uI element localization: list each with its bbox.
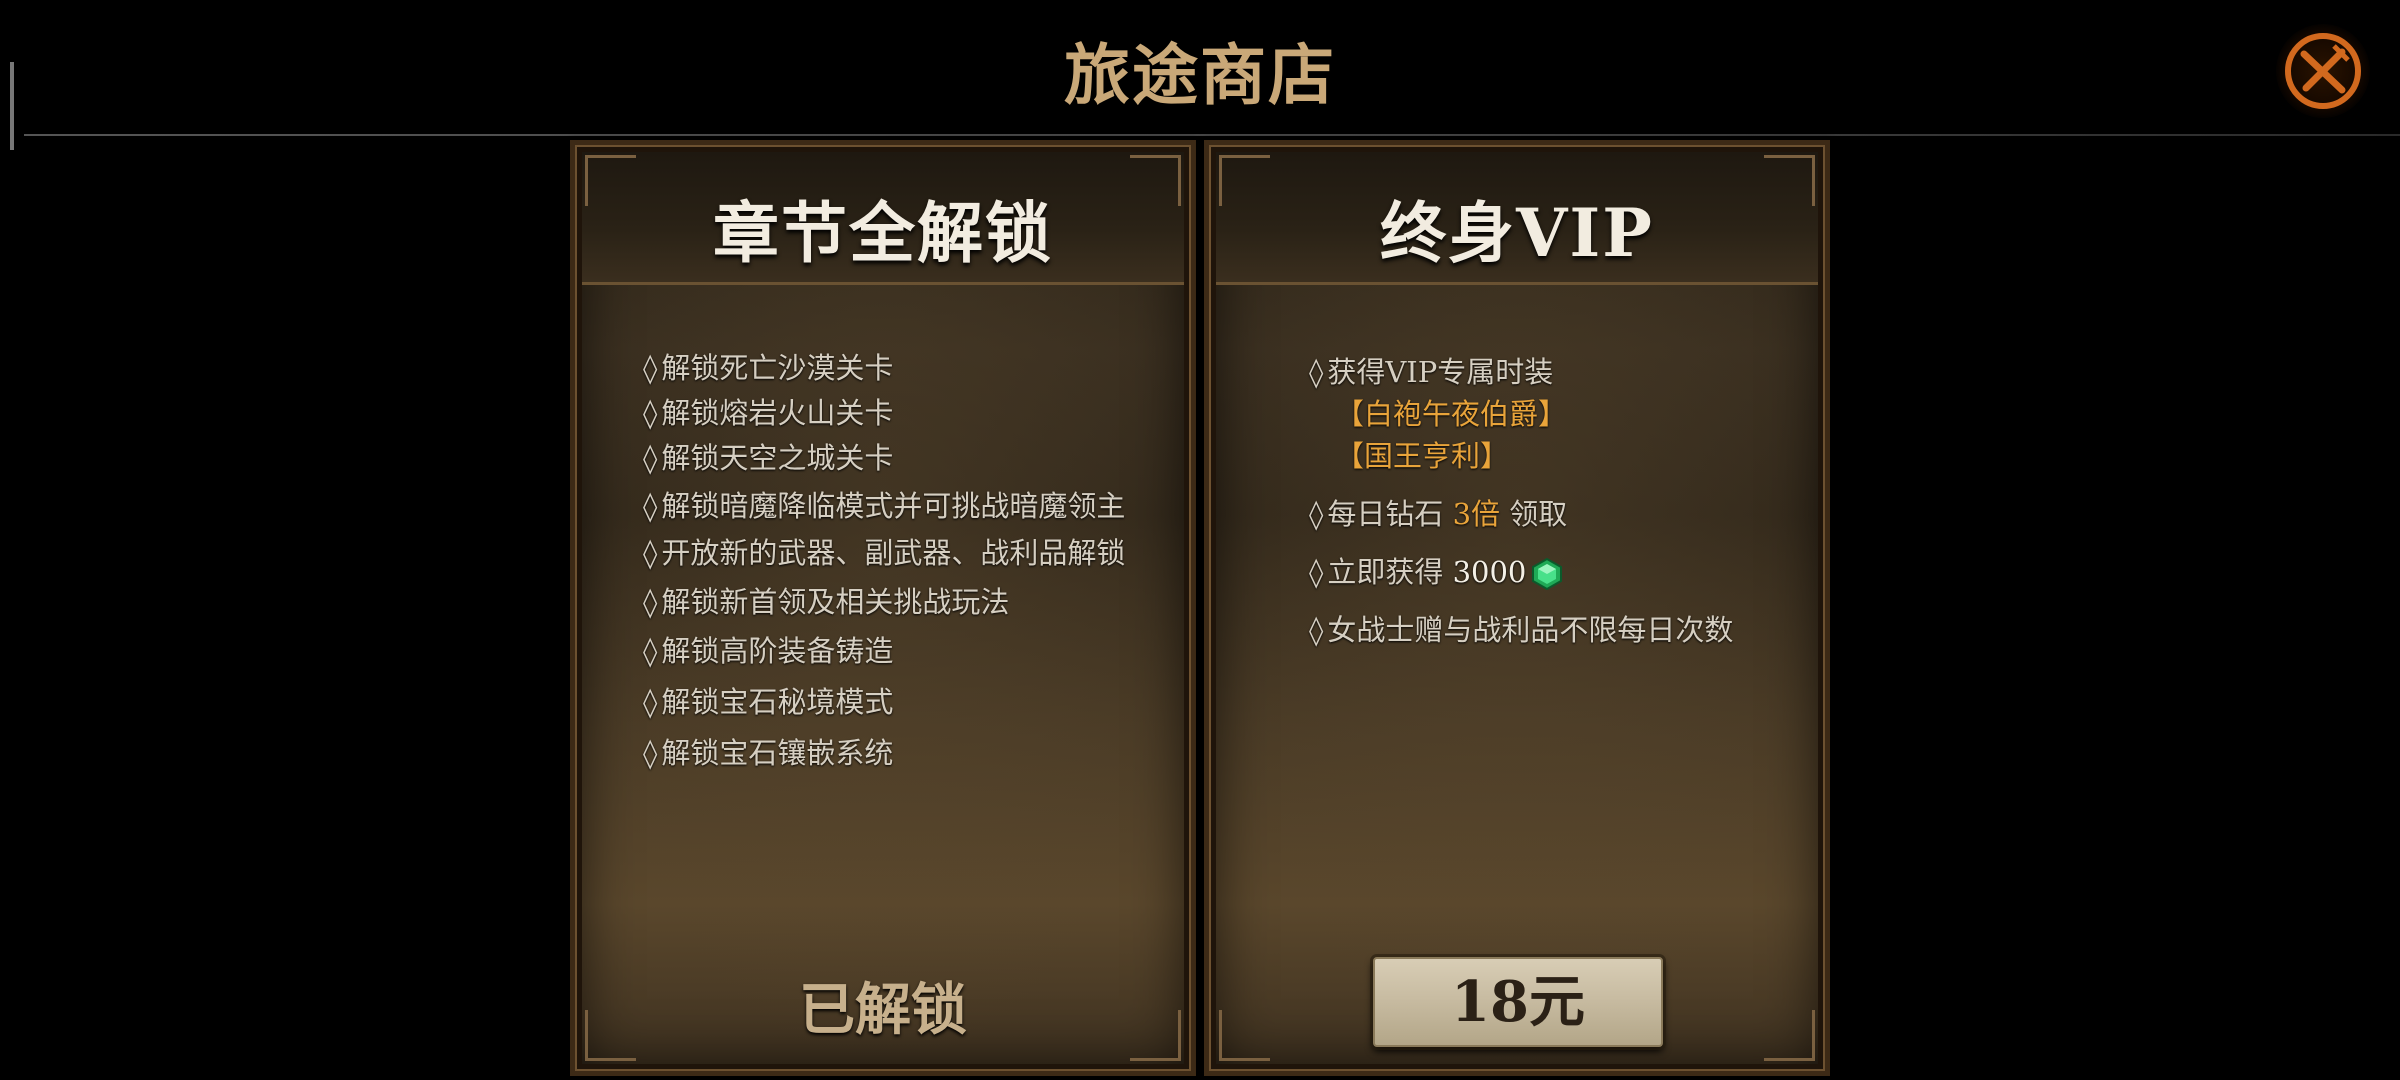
feature-item: ◊ 开放新的武器、副武器、战利品解锁: [643, 536, 1126, 570]
close-x-icon: [2285, 33, 2361, 109]
feature-item: ◊ 解锁宝石镶嵌系统: [643, 736, 894, 770]
feature-item: ◊ 解锁天空之城关卡: [643, 441, 894, 475]
vip-feature-costume: ◊ 获得VIP专属时装: [1309, 355, 1554, 389]
feature-item: ◊ 解锁宝石秘境模式: [643, 685, 894, 719]
header-divider: [24, 134, 2400, 136]
feature-item: ◊ 解锁死亡沙漠关卡: [643, 351, 894, 385]
vip-feature-loot: ◊ 女战士赠与战利品不限每日次数: [1309, 613, 1734, 647]
vip-feature-instant-gems: ◊ 立即获得 3000: [1309, 549, 1564, 591]
unlocked-status: 已解锁: [799, 977, 967, 1043]
chapter-unlock-panel: 章节全解锁 ◊ 解锁死亡沙漠关卡 ◊ 解锁熔岩火山关卡 ◊ 解锁天空之城关卡 ◊ 解锁暗…: [570, 140, 1196, 1076]
corner-ornament: [1130, 155, 1181, 206]
panel-header: 章节全解锁: [582, 152, 1184, 285]
corner-ornament: [1219, 1010, 1270, 1061]
emerald-gem-icon: [1532, 557, 1563, 591]
costume-name: 【国王亨利】: [1335, 439, 1510, 473]
panel-title: 章节全解锁: [713, 194, 1053, 272]
feature-item: ◊ 解锁新首领及相关挑战玩法: [643, 585, 1010, 619]
lifetime-vip-panel: 终身VIP ◊ 获得VIP专属时装 【白袍午夜伯爵】 【国王亨利】 ◊ 每日钻石 3…: [1204, 140, 1830, 1076]
page-title: 旅途商店: [1064, 36, 1336, 114]
panel-title: 终身VIP: [1380, 194, 1654, 272]
feature-item: ◊ 解锁暗魔降临模式并可挑战暗魔领主: [643, 489, 1126, 523]
feature-item: ◊ 解锁高阶装备铸造: [643, 634, 894, 668]
corner-ornament: [1764, 1010, 1815, 1061]
close-button[interactable]: [2276, 24, 2370, 118]
costume-name: 【白袍午夜伯爵】: [1335, 397, 1568, 431]
corner-ornament: [585, 155, 636, 206]
feature-item: ◊ 解锁熔岩火山关卡: [643, 396, 894, 430]
vip-feature-daily-diamond: ◊ 每日钻石 3倍 领取: [1309, 497, 1568, 531]
corner-ornament: [1764, 155, 1815, 206]
panel-header: 终身VIP: [1216, 152, 1818, 285]
buy-vip-button[interactable]: 18元: [1373, 957, 1663, 1047]
corner-ornament: [1219, 155, 1270, 206]
